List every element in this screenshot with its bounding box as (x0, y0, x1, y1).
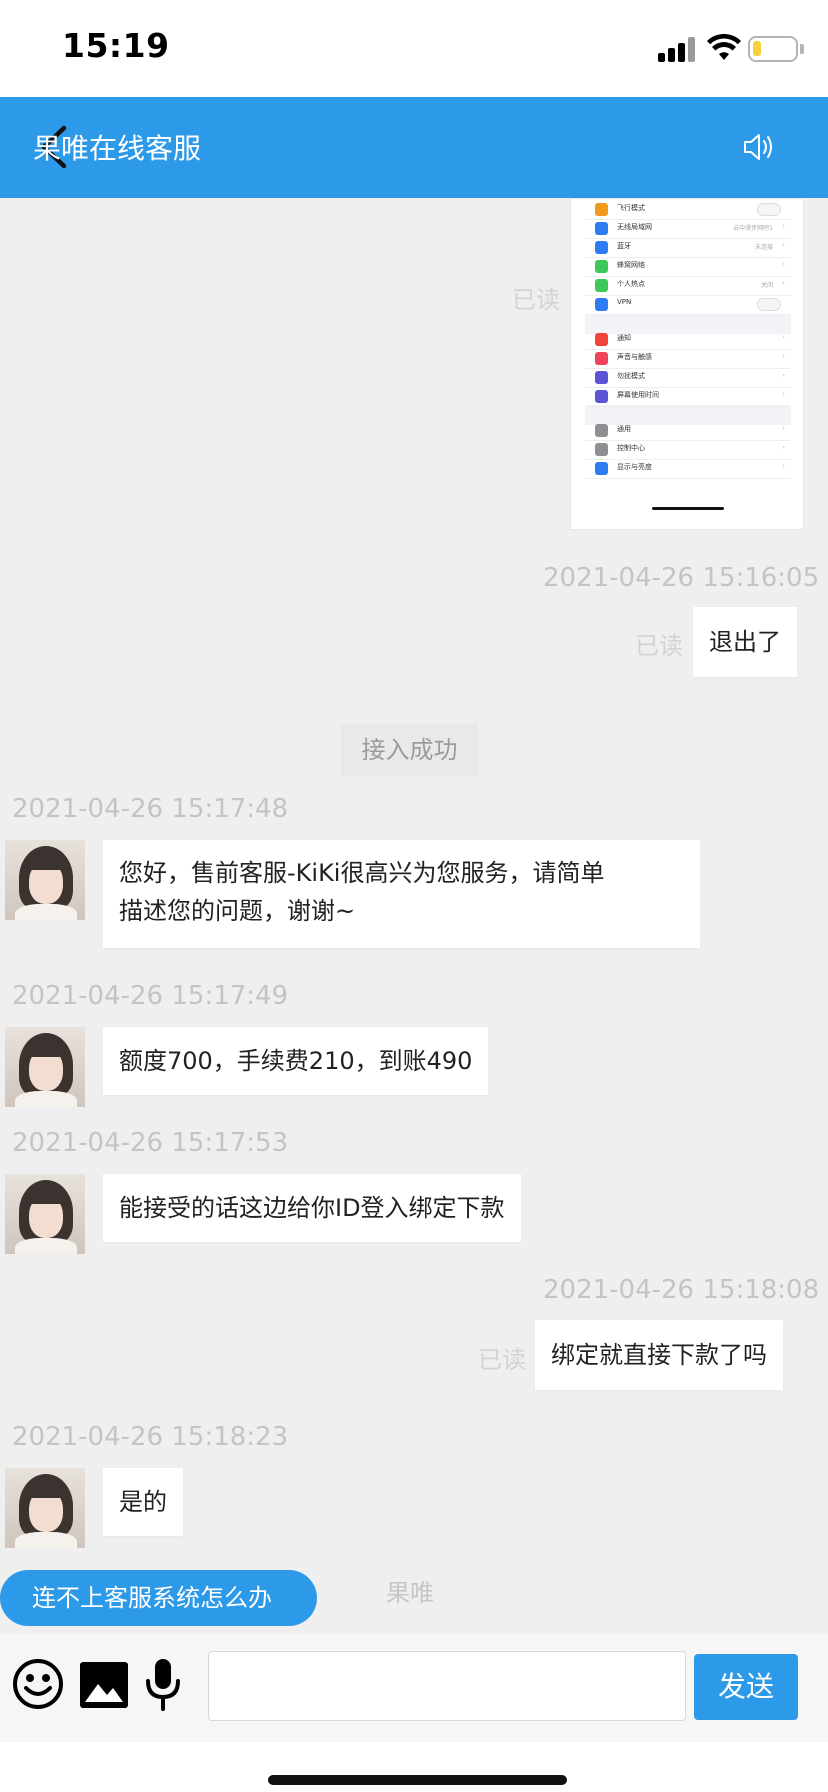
settings-row-label: 飞行模式 (617, 204, 645, 212)
settings-row-value: 未连接 (754, 244, 773, 251)
settings-row: 控制中心 › (585, 439, 791, 460)
chevron-right-icon: › (782, 424, 785, 432)
read-receipt: 已读 (635, 632, 683, 660)
received-message-bubble[interactable]: 是的 (103, 1468, 183, 1536)
help-quick-reply-button[interactable]: 连不上客服系统怎么办 (0, 1570, 317, 1626)
image-icon[interactable] (80, 1662, 128, 1708)
settings-row-icon (595, 462, 608, 475)
chevron-right-icon: › (782, 241, 785, 249)
settings-row: 蜂窝网络 › (585, 256, 791, 277)
settings-row-icon (595, 424, 608, 437)
settings-row-icon (595, 241, 608, 254)
settings-row-label: 通用 (617, 425, 631, 433)
settings-row-value: 关闭 (760, 282, 773, 289)
message-text-line: 您好，售前客服-KiKi很高兴为您服务，请简单 (119, 859, 605, 887)
settings-row-value: 云中漫步网吧1 (733, 225, 773, 232)
chevron-right-icon: › (782, 371, 785, 379)
microphone-icon[interactable] (143, 1657, 183, 1713)
settings-row-label: 显示与亮度 (617, 463, 652, 471)
settings-row-label: 无线局域网 (617, 223, 652, 231)
chevron-right-icon: › (782, 443, 785, 451)
settings-row-label: 蓝牙 (617, 242, 631, 250)
chevron-right-icon: › (782, 462, 785, 470)
agent-avatar[interactable] (5, 1174, 85, 1254)
settings-row-label: 屏幕使用时间 (617, 391, 659, 399)
read-receipt: 已读 (478, 1346, 526, 1374)
chat-header: 果唯在线客服 (0, 97, 828, 198)
message-timestamp: 2021-04-26 15:17:49 (12, 981, 289, 1011)
wifi-icon (707, 34, 741, 60)
received-message-bubble[interactable]: 您好，售前客服-KiKi很高兴为您服务，请简单 描述您的问题，谢谢~ (103, 840, 700, 948)
settings-row-label: 控制中心 (617, 444, 645, 452)
home-bar-in-image (652, 507, 724, 510)
read-receipt: 已读 (512, 286, 560, 314)
settings-row: 飞行模式 (585, 199, 791, 220)
sent-message-bubble[interactable]: 退出了 (693, 607, 797, 677)
agent-avatar[interactable] (5, 1468, 85, 1548)
sent-screenshot-image[interactable]: 飞行模式无线局域网 云中漫步网吧1 › 蓝牙 未连接 › 蜂窝网络 › 个人热点 关闭 › VPN 通知… (570, 198, 804, 530)
message-input-bar: 发送 (0, 1634, 828, 1742)
settings-toggle (757, 298, 781, 311)
settings-row-icon (595, 222, 608, 235)
received-message-bubble[interactable]: 额度700，手续费210，到账490 (103, 1027, 489, 1095)
message-timestamp: 2021-04-26 15:17:48 (12, 794, 289, 824)
emoji-icon[interactable] (12, 1658, 64, 1710)
received-message-bubble[interactable]: 能接受的话这边给你ID登入绑定下款 (103, 1174, 521, 1242)
battery-icon (748, 36, 798, 62)
page-title: 果唯在线客服 (33, 132, 202, 165)
message-timestamp: 2021-04-26 15:16:05 (543, 563, 820, 593)
send-button[interactable]: 发送 (694, 1654, 798, 1720)
settings-row-label: 声音与触感 (617, 353, 652, 361)
settings-row: 勿扰模式 › (585, 367, 791, 388)
settings-row-label: 通知 (617, 334, 631, 342)
system-notice: 接入成功 (341, 724, 478, 776)
chevron-right-icon: › (782, 352, 785, 360)
settings-toggle (757, 203, 781, 216)
settings-row: 个人热点 关闭 › (585, 275, 791, 296)
settings-row-label: 个人热点 (617, 280, 645, 288)
settings-row-icon (595, 203, 608, 216)
settings-row: 通知 › (585, 329, 791, 350)
status-bar: 15:19 (0, 0, 828, 97)
message-timestamp: 2021-04-26 15:18:23 (12, 1422, 289, 1452)
settings-row: VPN (585, 294, 791, 315)
settings-row: 声音与触感 › (585, 348, 791, 369)
chevron-right-icon: › (782, 333, 785, 341)
settings-row-icon (595, 298, 608, 311)
speaker-icon[interactable] (742, 130, 776, 164)
home-indicator[interactable] (268, 1775, 567, 1785)
chevron-right-icon: › (782, 390, 785, 398)
sent-message-bubble[interactable]: 绑定就直接下款了吗 (535, 1320, 783, 1390)
message-text-line: 描述您的问题，谢谢~ (119, 897, 356, 925)
chevron-right-icon: › (782, 222, 785, 230)
message-timestamp: 2021-04-26 15:18:08 (543, 1275, 820, 1305)
settings-row-icon (595, 333, 608, 346)
settings-row-icon (595, 443, 608, 456)
settings-row-icon (595, 352, 608, 365)
settings-row: 蓝牙 未连接 › (585, 237, 791, 258)
battery-cap (800, 44, 804, 54)
settings-row-label: VPN (617, 298, 632, 306)
settings-row: 无线局域网 云中漫步网吧1 › (585, 218, 791, 239)
chevron-right-icon: › (782, 260, 785, 268)
message-input[interactable] (208, 1651, 686, 1721)
status-time: 15:19 (62, 26, 170, 65)
message-timestamp: 2021-04-26 15:17:53 (12, 1128, 289, 1158)
cellular-signal-icon (658, 36, 698, 62)
settings-row-icon (595, 371, 608, 384)
settings-row-icon (595, 390, 608, 403)
settings-row: 屏幕使用时间 › (585, 386, 791, 407)
agent-avatar[interactable] (5, 840, 85, 920)
agent-avatar[interactable] (5, 1027, 85, 1107)
chevron-right-icon: › (782, 279, 785, 287)
settings-row-icon (595, 279, 608, 292)
settings-row-label: 勿扰模式 (617, 372, 645, 380)
settings-row: 通用 › (585, 420, 791, 441)
footer-brand-label: 果唯 (386, 1579, 434, 1607)
settings-row: 显示与亮度 › (585, 458, 791, 479)
settings-row-label: 蜂窝网络 (617, 261, 645, 269)
settings-row-icon (595, 260, 608, 273)
